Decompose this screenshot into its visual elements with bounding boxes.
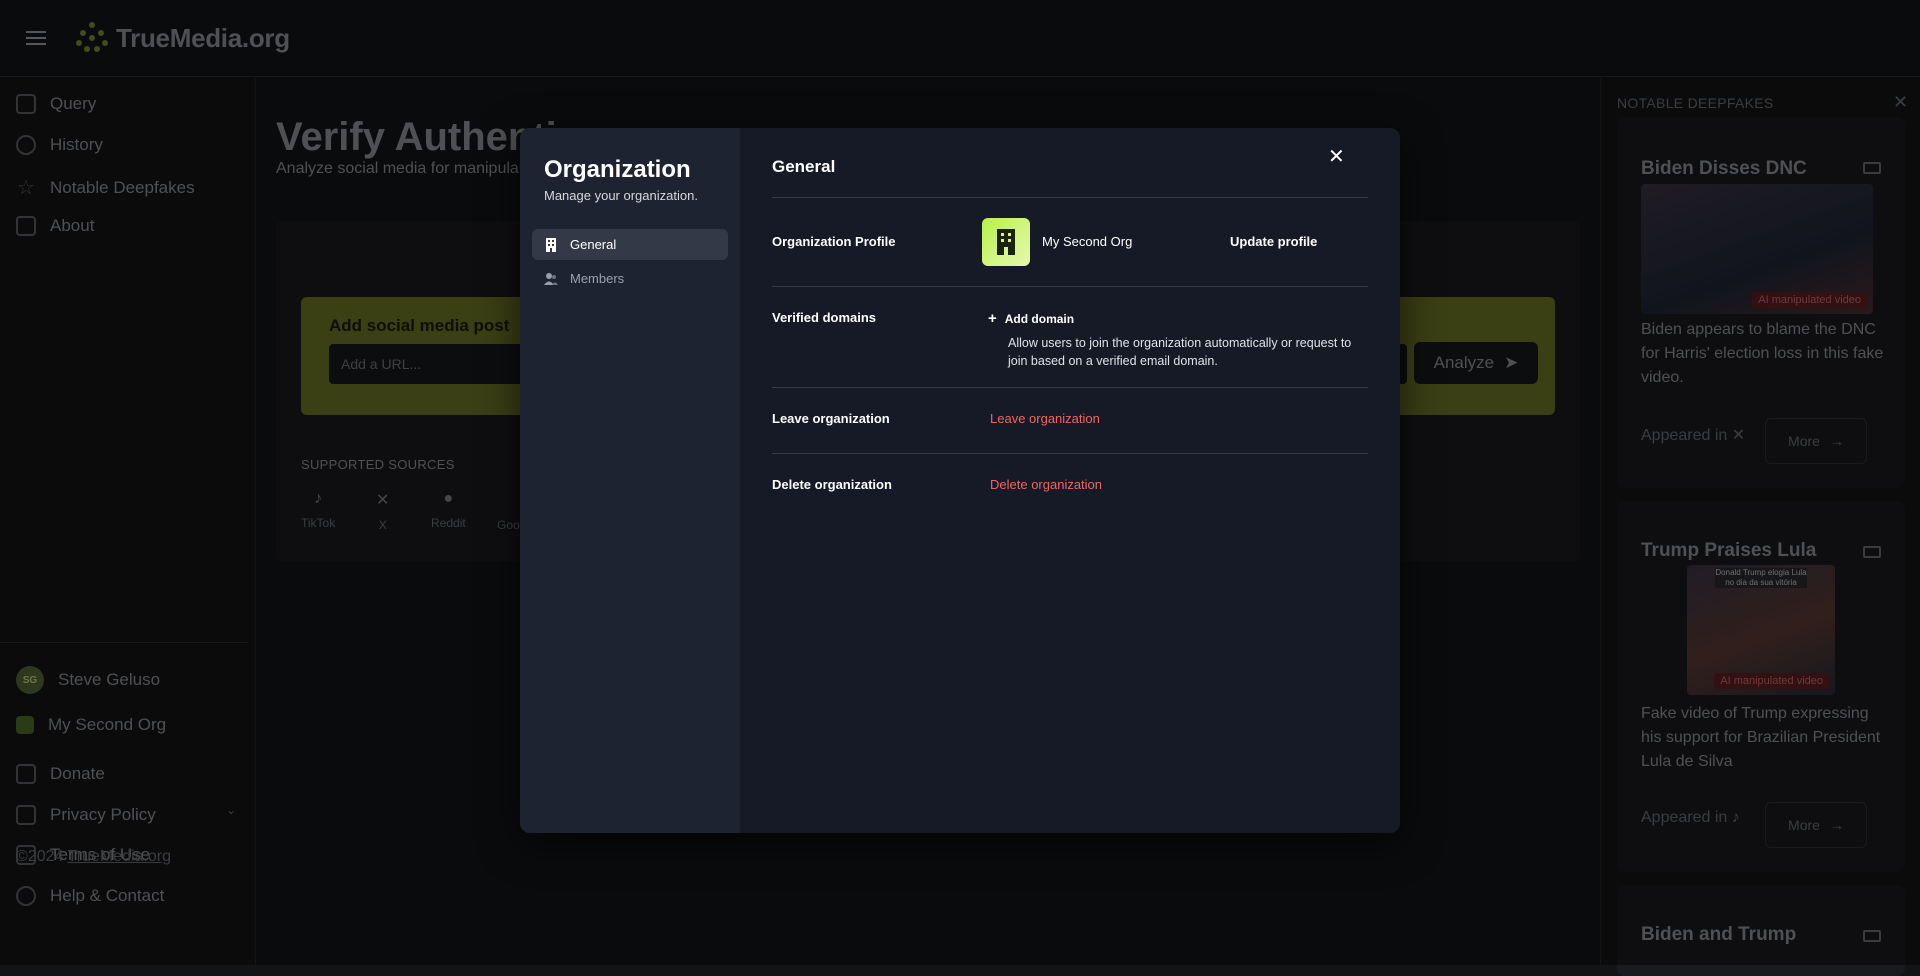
- leave-organization-label: Leave organization: [772, 411, 890, 426]
- divider: [772, 286, 1368, 287]
- leave-organization-button[interactable]: Leave organization: [990, 411, 1100, 426]
- modal-tab-label: General: [570, 237, 616, 252]
- update-profile-button[interactable]: Update profile: [1230, 234, 1317, 249]
- close-icon[interactable]: ✕: [1328, 144, 1345, 169]
- divider: [772, 197, 1368, 198]
- modal-tab-general[interactable]: General: [532, 229, 728, 260]
- app: TrueMedia.org Query History ☆ Notable De…: [0, 0, 1920, 965]
- divider: [772, 387, 1368, 388]
- modal-tab-members[interactable]: Members: [532, 263, 728, 294]
- add-domain-label: Add domain: [1005, 312, 1074, 326]
- divider: [772, 453, 1368, 454]
- add-domain-button[interactable]: + Add domain: [988, 310, 1074, 327]
- organization-modal: Organization Manage your organization. G…: [520, 128, 1400, 833]
- building-icon: [544, 238, 558, 252]
- section-title: General: [772, 157, 835, 177]
- modal-tab-label: Members: [570, 271, 624, 286]
- users-icon: [544, 272, 558, 286]
- modal-sidebar: Organization Manage your organization. G…: [520, 128, 740, 833]
- verified-domains-label: Verified domains: [772, 310, 876, 325]
- modal-content: ✕ General Organization Profile My Second…: [740, 128, 1400, 833]
- plus-icon: +: [988, 310, 997, 327]
- verified-domains-help: Allow users to join the organization aut…: [1008, 334, 1370, 370]
- organization-profile-label: Organization Profile: [772, 234, 896, 249]
- modal-subtitle: Manage your organization.: [544, 188, 698, 203]
- delete-organization-button[interactable]: Delete organization: [990, 477, 1102, 492]
- org-name: My Second Org: [1042, 234, 1132, 249]
- modal-title: Organization: [544, 156, 691, 184]
- delete-organization-label: Delete organization: [772, 477, 892, 492]
- building-icon: [995, 229, 1017, 255]
- org-logo: [982, 218, 1030, 266]
